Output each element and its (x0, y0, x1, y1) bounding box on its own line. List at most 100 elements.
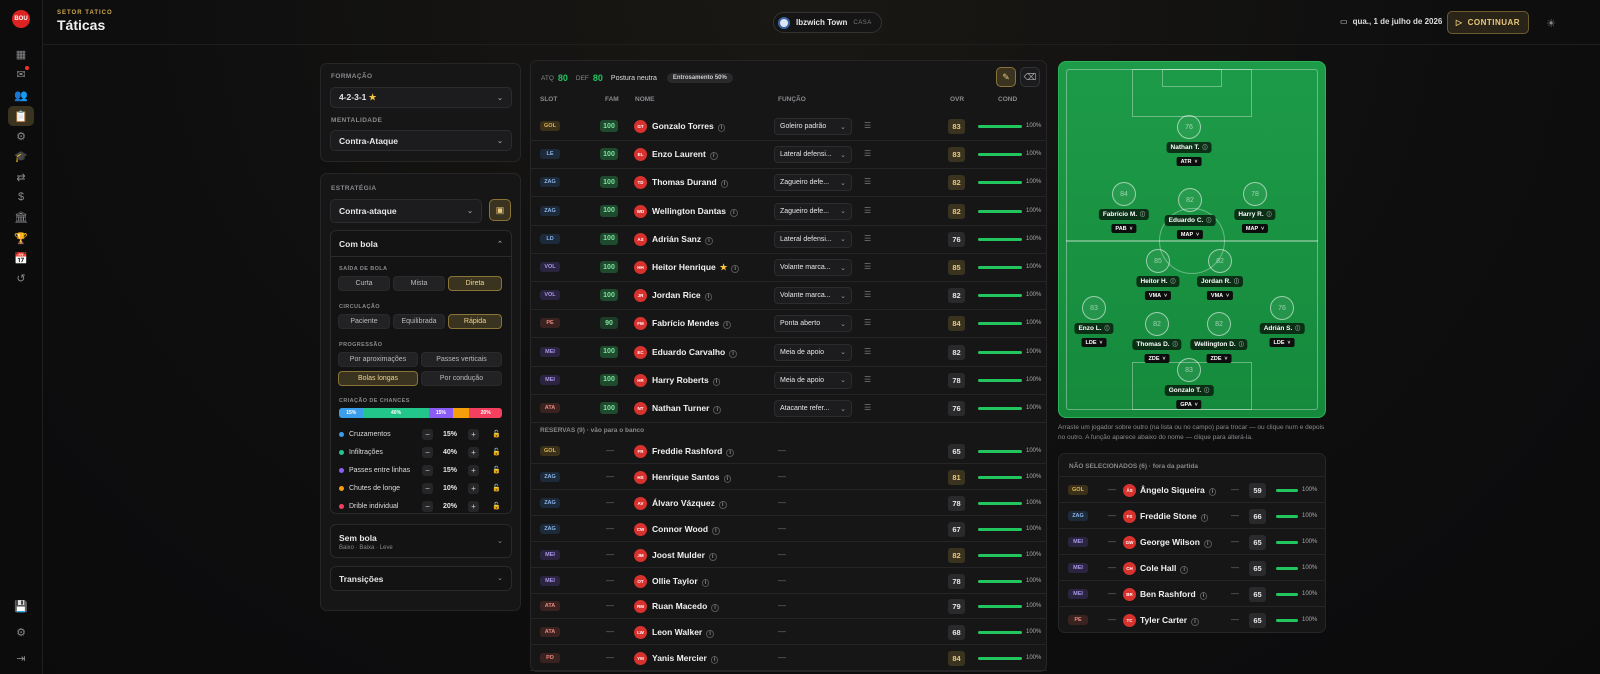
mentality-select[interactable]: Contra-Ataque ⌄ (330, 130, 512, 151)
info-icon[interactable]: i (726, 449, 735, 457)
player-marker[interactable]: 84 (1112, 182, 1136, 206)
role-select[interactable]: Meia de apoio ⌄ (774, 343, 852, 361)
table-row[interactable]: LE 100 EL Enzo Laurent i Lateral defensi... ⌄ ☰… (530, 141, 1047, 170)
role-settings-icon[interactable]: ☰ (864, 149, 871, 158)
role-select[interactable]: Ponta aberto ⌄ (774, 315, 852, 333)
prog-bolas-longas[interactable]: Bolas longas (338, 371, 418, 386)
role-settings-icon[interactable]: ☰ (864, 121, 871, 130)
continue-button[interactable]: ▷ CONTINUAR (1447, 11, 1529, 34)
player-label[interactable]: Jordan R. ⓘ (1197, 276, 1243, 287)
player-name[interactable]: Ruan Macedo i (652, 601, 719, 613)
prog-aproximacoes[interactable]: Por aproximações (338, 352, 418, 367)
info-icon[interactable]: i (731, 265, 740, 273)
info-icon[interactable]: i (712, 526, 720, 535)
player-name[interactable]: Fabrício Mendes i (652, 318, 731, 330)
inbox-icon[interactable]: ✉ (8, 64, 34, 84)
club-logo[interactable]: BOU (12, 10, 30, 28)
player-label[interactable]: Enzo L. ⓘ (1074, 323, 1114, 334)
circ-paciente[interactable]: Paciente (338, 314, 390, 329)
decrease-button[interactable]: − (422, 428, 433, 440)
prog-passes-verticais[interactable]: Passes verticais (421, 352, 502, 367)
squad-icon[interactable]: 👥 (8, 85, 34, 105)
info-icon[interactable]: i (718, 500, 727, 509)
player-marker[interactable]: 82 (1208, 249, 1232, 273)
table-row[interactable]: ZAG 100 TD Thomas Durand i Zagueiro defe... ⌄ ☰… (530, 169, 1047, 198)
history-icon[interactable]: ↺ (8, 268, 34, 288)
info-icon[interactable]: i (712, 377, 721, 386)
table-row[interactable]: ZAG — HS Henrique Santos i — 81 100% (530, 464, 1047, 490)
decrease-button[interactable]: − (422, 446, 433, 458)
pitch[interactable]: 76 Nathan T. ⓘ ATR ˅ 84 Fabrício M. ⓘ PAB ˅ 82 Edua… (1058, 61, 1326, 418)
player-name[interactable]: Gonzalo Torres i (652, 121, 726, 132)
role-settings-icon[interactable]: ☰ (864, 290, 871, 299)
player-marker[interactable]: 78 (1243, 182, 1267, 206)
role-tag[interactable]: ZDE ˅ (1206, 354, 1232, 363)
calendar-icon[interactable]: 📅 (8, 248, 34, 268)
theme-toggle-icon[interactable]: ☀ (1541, 13, 1561, 33)
info-icon[interactable]: i (708, 552, 717, 561)
role-select[interactable]: Lateral defensi... ⌄ (774, 230, 852, 248)
info-icon[interactable]: i (1203, 540, 1212, 548)
increase-button[interactable]: + (468, 482, 479, 494)
table-row[interactable]: ZAG — FS Freddie Stone i — 66 100% (1058, 502, 1326, 528)
role-settings-icon[interactable]: ☰ (864, 262, 871, 271)
lock-icon[interactable]: 🔓 (492, 430, 501, 438)
lock-icon[interactable]: 🔓 (492, 502, 501, 510)
table-row[interactable]: PD — YM Yanis Mercier i — 84 100% (530, 645, 1047, 672)
circ-equilibrada[interactable]: Equilibrada (393, 314, 445, 329)
table-row[interactable]: GOL — ÂS Ângelo Siqueira i — 59 100% (1058, 476, 1326, 502)
info-icon[interactable]: i (713, 406, 722, 414)
player-marker[interactable]: 76 (1270, 296, 1294, 320)
role-select[interactable]: Zagueiro defe... ⌄ (774, 174, 852, 192)
with-ball-header[interactable]: Com bola ⌃ (331, 231, 511, 257)
player-name[interactable]: Ollie Taylor i (652, 576, 710, 587)
player-name[interactable]: Tyler Carter i (1140, 615, 1199, 626)
info-icon[interactable]: i (723, 474, 732, 483)
player-label[interactable]: Heitor H. ⓘ (1136, 276, 1180, 287)
player-label[interactable]: Adrián S. ⓘ (1259, 323, 1305, 334)
player-marker[interactable]: 76 (1177, 115, 1201, 139)
build-curta[interactable]: Curta (338, 276, 390, 291)
transfers-icon[interactable]: ⇄ (8, 167, 34, 187)
role-tag[interactable]: VMA ˅ (1206, 291, 1234, 300)
player-name[interactable]: Connor Wood i (652, 524, 720, 535)
player-label[interactable]: Eduardo C. ⓘ (1164, 215, 1216, 226)
lock-icon[interactable]: 🔓 (492, 484, 501, 492)
finances-icon[interactable]: $ (8, 187, 34, 207)
info-icon[interactable]: i (704, 293, 713, 302)
role-tag[interactable]: PAB ˅ (1111, 224, 1137, 233)
role-select[interactable]: Volante marca... ⌄ (774, 287, 852, 305)
player-marker[interactable]: 83 (1177, 358, 1201, 382)
player-name[interactable]: Adrián Sanz i (652, 234, 713, 245)
info-icon[interactable]: i (706, 630, 714, 639)
player-name[interactable]: Enzo Laurent i (652, 149, 718, 161)
logout-icon[interactable]: ⇥ (8, 648, 34, 668)
player-name[interactable]: Henrique Santos i (652, 472, 732, 483)
dashboard-icon[interactable]: ▦ (8, 44, 34, 64)
player-name[interactable]: Wellington Dantas i (652, 206, 738, 217)
info-icon[interactable]: i (705, 236, 713, 245)
club-badge[interactable]: Ibzwich Town CASA (773, 12, 882, 33)
lock-icon[interactable]: 🔓 (492, 448, 501, 456)
player-name[interactable]: Leon Walker i (652, 627, 714, 639)
save-strategy-button[interactable]: ▣ (489, 199, 511, 221)
player-label[interactable]: Wellington D. ⓘ (1190, 339, 1248, 350)
player-name[interactable]: Harry Roberts i (652, 375, 721, 386)
info-icon[interactable]: i (720, 180, 729, 189)
table-row[interactable]: ZAG — AV Álvaro Vázquez i — 78 100% (530, 490, 1047, 516)
player-name[interactable]: Jordan Rice i (652, 290, 713, 302)
player-marker[interactable]: 82 (1178, 188, 1202, 212)
role-settings-icon[interactable]: ☰ (864, 206, 871, 215)
role-settings-icon[interactable]: ☰ (864, 177, 871, 186)
increase-button[interactable]: + (468, 500, 479, 512)
table-row[interactable]: MEI — CH Cole Hall i — 65 100% (1058, 554, 1326, 580)
table-row[interactable]: MEI — OT Ollie Taylor i — 78 100% (530, 568, 1047, 594)
build-direta[interactable]: Direta (448, 276, 502, 291)
player-label[interactable]: Thomas D. ⓘ (1132, 339, 1182, 350)
info-icon[interactable]: i (710, 656, 719, 665)
player-name[interactable]: George Wilson i (1140, 537, 1212, 548)
role-tag[interactable]: ZDE ˅ (1144, 354, 1170, 363)
player-label[interactable]: Gonzalo T. ⓘ (1164, 385, 1214, 396)
role-settings-icon[interactable]: ☰ (864, 375, 871, 384)
increase-button[interactable]: + (468, 464, 479, 476)
